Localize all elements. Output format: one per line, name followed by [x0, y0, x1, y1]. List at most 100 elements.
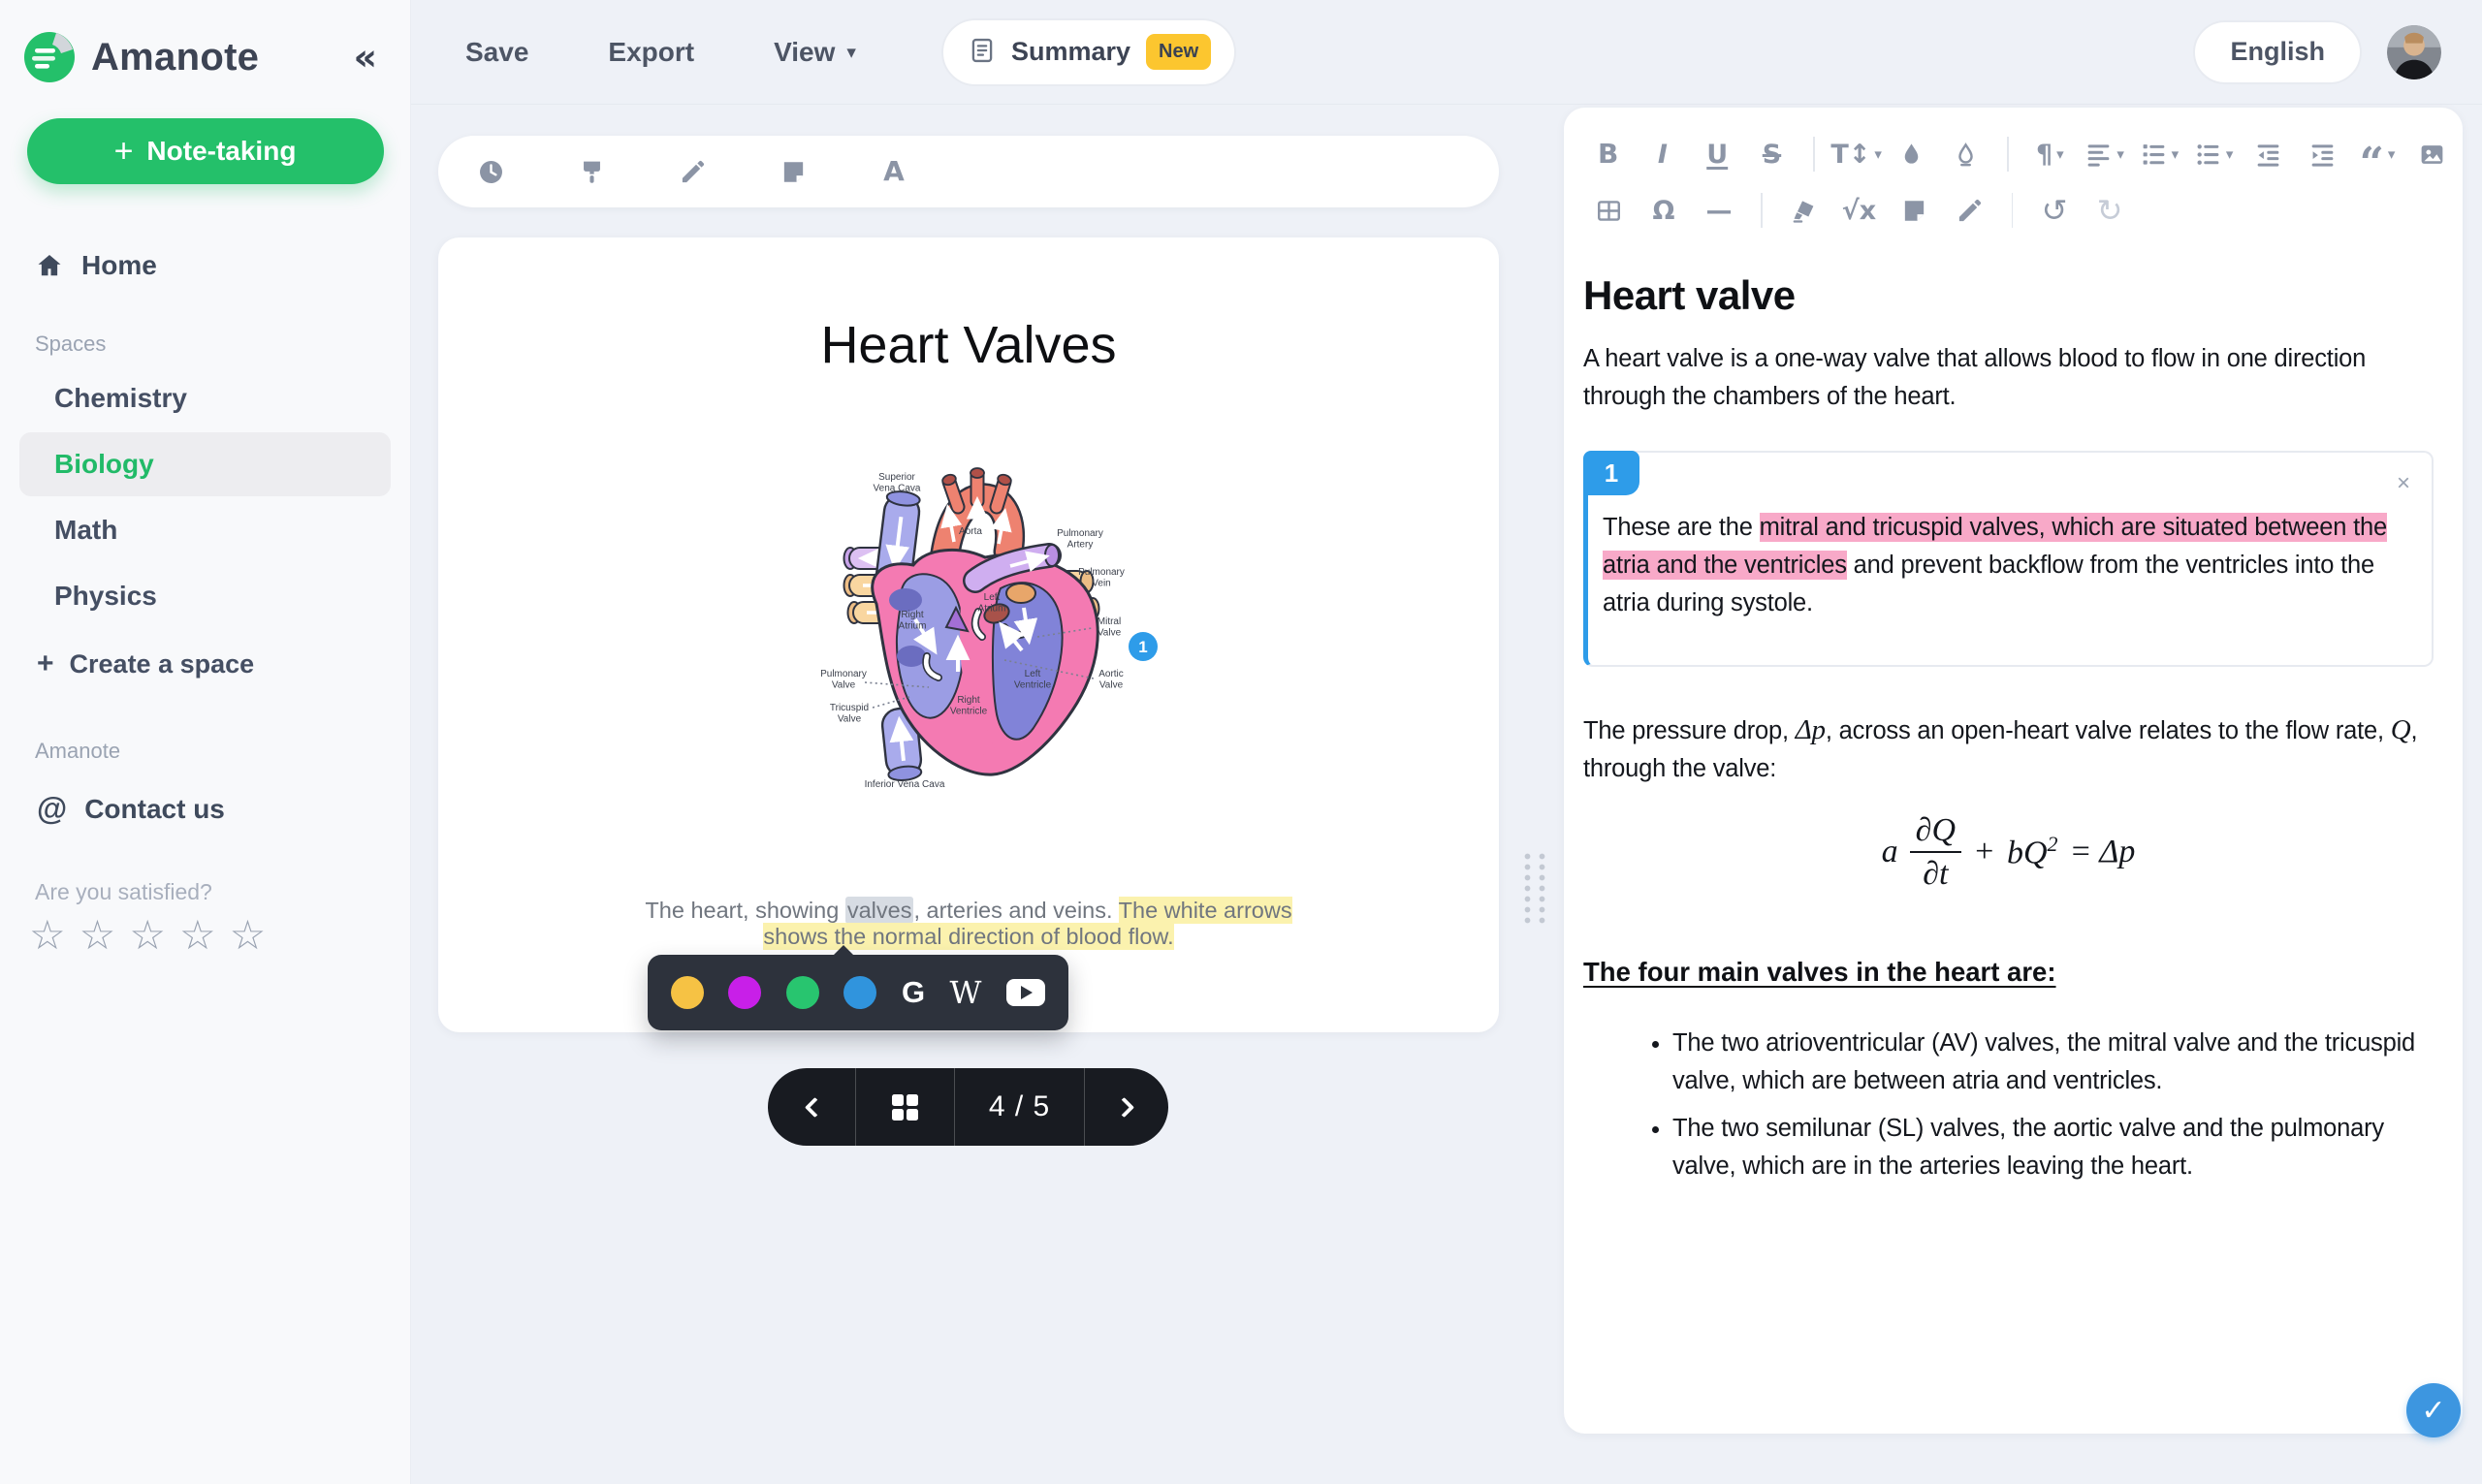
chevron-right-icon: [1113, 1096, 1134, 1118]
sidebar-item-math[interactable]: Math: [19, 498, 391, 562]
spaces-list: Chemistry Biology Math Physics: [14, 366, 397, 628]
home-icon: [35, 251, 64, 280]
bullet-list-icon: [2194, 141, 2222, 169]
strikethrough-button[interactable]: S: [1751, 133, 1793, 175]
diagram-label-inferior-vena-cava: Inferior Vena Cava: [865, 779, 945, 790]
horizontal-rule-button[interactable]: —: [1698, 189, 1740, 232]
diagram-label-pulmonary-artery: Pulmonary Artery: [1057, 528, 1103, 551]
alignment-icon: [2084, 141, 2113, 169]
create-space-button[interactable]: + Create a space: [14, 630, 397, 698]
language-button[interactable]: English: [2193, 19, 2362, 84]
indent-button[interactable]: [2302, 133, 2343, 175]
caret-down-icon: ▾: [1874, 145, 1882, 163]
sticky-note-button[interactable]: [772, 150, 814, 193]
sticky-note-button[interactable]: [1893, 189, 1936, 232]
view-menu-button[interactable]: View ▾: [774, 37, 856, 68]
google-search-button[interactable]: G: [902, 975, 925, 1010]
figure-caption: The heart, showing valves, arteries and …: [645, 897, 1292, 950]
caret-down-icon: ▾: [846, 41, 856, 63]
pencil-button[interactable]: [1949, 189, 1991, 232]
caret-down-icon: ▾: [2116, 145, 2124, 163]
satisfaction-prompt: Are you satisfied?: [35, 879, 212, 904]
blue-highlight-button[interactable]: [843, 976, 877, 1009]
insert-image-button[interactable]: [2411, 133, 2453, 175]
contact-us-button[interactable]: @ Contact us: [14, 777, 397, 840]
app-logo: Amanote «: [14, 25, 397, 89]
star-3[interactable]: ☆: [129, 915, 166, 956]
text-color-button[interactable]: [1891, 133, 1932, 175]
ordered-list-button[interactable]: ▾: [2138, 133, 2180, 175]
math-formula: a ∂Q ∂t + bQ2 = Δp: [1881, 812, 2136, 893]
panel-resize-handle[interactable]: [1518, 849, 1547, 925]
insert-table-icon: [1595, 197, 1623, 225]
alignment-button[interactable]: ▾: [2084, 133, 2125, 175]
insert-formula-button[interactable]: √x: [1838, 189, 1881, 232]
magenta-highlight-button[interactable]: [728, 976, 762, 1009]
special-character-icon: Ω: [1652, 195, 1675, 226]
toolbar-divider: [2007, 137, 2009, 172]
underline-icon: U: [1706, 139, 1729, 170]
green-highlight-button[interactable]: [785, 976, 819, 1009]
editor-content[interactable]: Heart valve A heart valve is a one-way v…: [1564, 272, 2463, 1185]
redo-button[interactable]: ↻: [2088, 189, 2131, 232]
undo-icon: ↺: [2041, 192, 2068, 229]
summary-button[interactable]: Summary New: [940, 17, 1237, 86]
star-1[interactable]: ☆: [29, 915, 66, 956]
text-tool-button[interactable]: A: [873, 150, 915, 193]
plus-icon: +: [113, 133, 134, 170]
outdent-button[interactable]: [2247, 133, 2289, 175]
document-title: Heart Valves: [820, 316, 1117, 374]
star-5[interactable]: ☆: [230, 915, 267, 956]
highlighter-button[interactable]: [570, 150, 613, 193]
yellow-highlight-button[interactable]: [671, 976, 704, 1009]
underline-button[interactable]: U: [1697, 133, 1738, 175]
paragraph-format-icon: ¶: [2035, 139, 2053, 170]
blockquote-button[interactable]: “▾: [2356, 133, 2398, 184]
export-button[interactable]: Export: [608, 37, 694, 68]
annotation-marker-1[interactable]: 1: [1129, 632, 1158, 661]
note-taking-label: Note-taking: [146, 136, 297, 166]
youtube-button[interactable]: [1005, 979, 1045, 1006]
sidebar-collapse-button[interactable]: «: [343, 35, 387, 79]
caret-down-icon: ▾: [2171, 145, 2180, 163]
sidebar-item-physics[interactable]: Physics: [19, 564, 391, 628]
special-character-button[interactable]: Ω: [1642, 189, 1685, 232]
paragraph-format-button[interactable]: ¶ ▾: [2029, 133, 2071, 175]
thumbnail-grid-button[interactable]: [855, 1068, 954, 1146]
confirm-check-button[interactable]: ✓: [2406, 1383, 2461, 1437]
star-4[interactable]: ☆: [179, 915, 216, 956]
note-editor: B I U S T↕ ▾ ¶ ▾ ▾ ▾ ▾ “▾ Ω — √x ↺ ↻ Heart valve A hear…: [1564, 108, 2463, 1437]
highlighter-icon: [1790, 197, 1818, 225]
font-size-button[interactable]: T↕ ▾: [1830, 133, 1882, 175]
diagram-label-pulmonary-valve: Pulmonary Valve: [820, 669, 867, 691]
star-2[interactable]: ☆: [80, 915, 116, 956]
wikipedia-button[interactable]: W: [950, 974, 982, 1011]
save-button[interactable]: Save: [465, 37, 528, 68]
insert-table-button[interactable]: [1587, 189, 1630, 232]
bullet-list-button[interactable]: ▾: [2193, 133, 2235, 175]
diagram-label-superior-vena-cava: Superior Vena Cava: [874, 472, 921, 494]
highlighter-button[interactable]: [1783, 189, 1826, 232]
close-icon[interactable]: ×: [2391, 466, 2416, 501]
note-taking-button[interactable]: + Note-taking: [26, 118, 384, 184]
sidebar-item-home[interactable]: Home: [14, 240, 397, 291]
selected-word-highlight[interactable]: valves: [844, 897, 914, 924]
valves-heading: The four main valves in the heart are:: [1583, 957, 2056, 988]
sidebar-item-biology[interactable]: Biology: [19, 432, 391, 496]
sidebar: Amanote « + Note-taking Home Spaces Chem…: [0, 0, 411, 1484]
caret-down-icon: ▾: [2225, 145, 2234, 163]
next-page-button[interactable]: [1084, 1068, 1168, 1146]
sidebar-item-chemistry[interactable]: Chemistry: [19, 366, 391, 430]
caret-down-icon: ▾: [2056, 145, 2064, 163]
pencil-button[interactable]: [671, 150, 714, 193]
callout-number-badge: 1: [1583, 451, 1639, 495]
clear-format-button[interactable]: [1945, 133, 1987, 175]
previous-page-button[interactable]: [768, 1068, 855, 1146]
grid-icon: [892, 1093, 918, 1121]
undo-button[interactable]: ↺: [2033, 189, 2076, 232]
italic-button[interactable]: I: [1641, 133, 1683, 175]
user-avatar[interactable]: [2387, 24, 2441, 79]
spaces-section-label: Spaces: [35, 332, 107, 356]
bold-button[interactable]: B: [1587, 133, 1629, 175]
history-button[interactable]: [469, 150, 512, 193]
